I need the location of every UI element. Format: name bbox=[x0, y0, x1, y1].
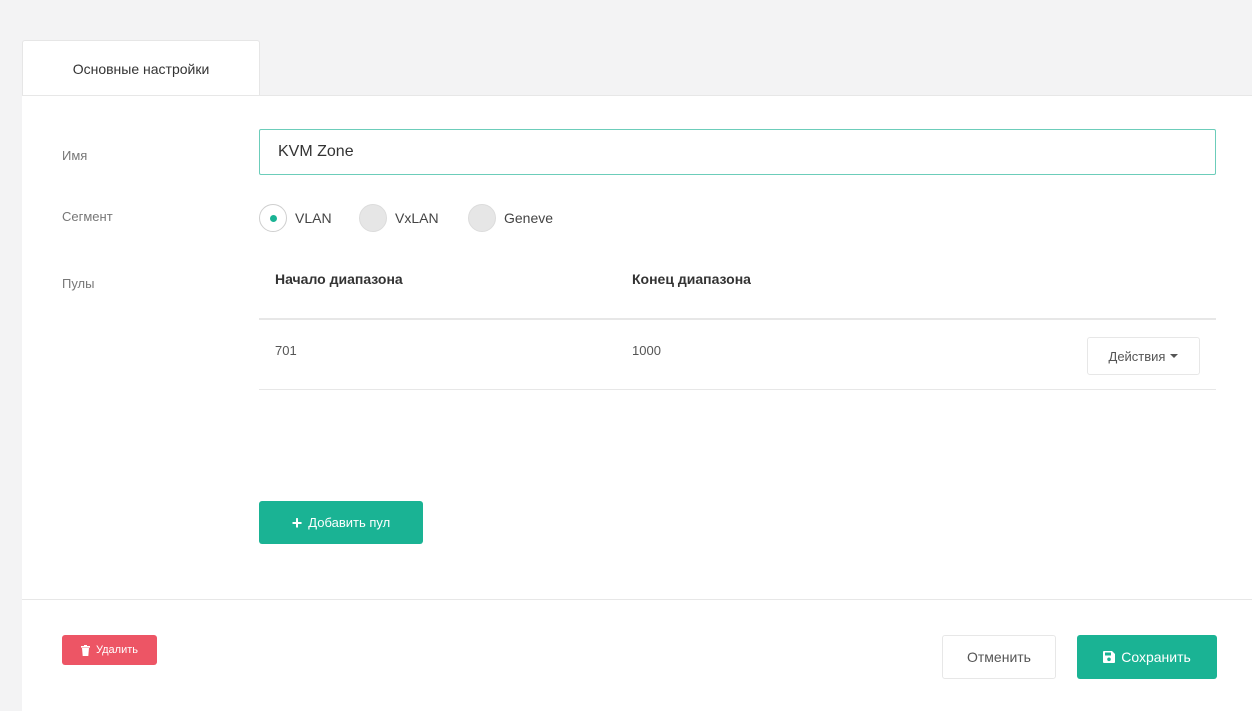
zone-settings-page: Основные настройки Имя Сегмент VLAN VxLA… bbox=[0, 0, 1252, 711]
settings-card: Основные настройки Имя Сегмент VLAN VxLA… bbox=[22, 40, 1252, 711]
radio-unchecked-icon bbox=[468, 204, 496, 232]
cancel-button[interactable]: Отменить bbox=[942, 635, 1056, 679]
radio-unchecked-icon bbox=[359, 204, 387, 232]
header-divider bbox=[259, 318, 1216, 320]
segment-option-label: VLAN bbox=[295, 210, 332, 226]
save-button[interactable]: Сохранить bbox=[1077, 635, 1217, 679]
delete-label: Удалить bbox=[96, 644, 138, 656]
tab-main-settings[interactable]: Основные настройки bbox=[22, 40, 260, 96]
pool-actions-label: Действия bbox=[1108, 348, 1166, 364]
save-label: Сохранить bbox=[1121, 649, 1191, 665]
caret-down-icon bbox=[1170, 354, 1179, 358]
column-header-range-end: Конец диапазона bbox=[632, 271, 751, 287]
segment-option-label: Geneve bbox=[504, 210, 554, 226]
segment-option-geneve[interactable]: Geneve bbox=[468, 204, 553, 232]
pool-actions-dropdown[interactable]: Действия bbox=[1087, 337, 1200, 375]
tab-panel-main-settings: Имя Сегмент VLAN VxLAN Geneve Пулы bbox=[22, 95, 1252, 599]
segment-label: Сегмент bbox=[62, 209, 113, 224]
floppy-disk-icon bbox=[1103, 651, 1116, 663]
name-label: Имя bbox=[62, 148, 88, 163]
trash-icon bbox=[81, 644, 90, 656]
segment-option-vxlan[interactable]: VxLAN bbox=[359, 204, 439, 232]
name-input[interactable] bbox=[259, 129, 1216, 175]
row-divider bbox=[259, 389, 1216, 390]
pool-range-start: 701 bbox=[275, 343, 297, 358]
radio-checked-icon bbox=[259, 204, 287, 232]
delete-button[interactable]: Удалить bbox=[62, 635, 157, 665]
column-header-range-start: Начало диапазона bbox=[275, 271, 403, 287]
pool-range-end: 1000 bbox=[632, 343, 661, 358]
form-footer: Удалить Отменить Сохранить bbox=[22, 599, 1252, 711]
segment-option-label: VxLAN bbox=[395, 210, 439, 226]
segment-option-vlan[interactable]: VLAN bbox=[259, 204, 332, 232]
plus-icon: + bbox=[291, 512, 303, 533]
pools-label: Пулы bbox=[62, 276, 95, 291]
add-pool-label: Добавить пул bbox=[308, 515, 391, 530]
add-pool-button[interactable]: + Добавить пул bbox=[259, 501, 423, 544]
